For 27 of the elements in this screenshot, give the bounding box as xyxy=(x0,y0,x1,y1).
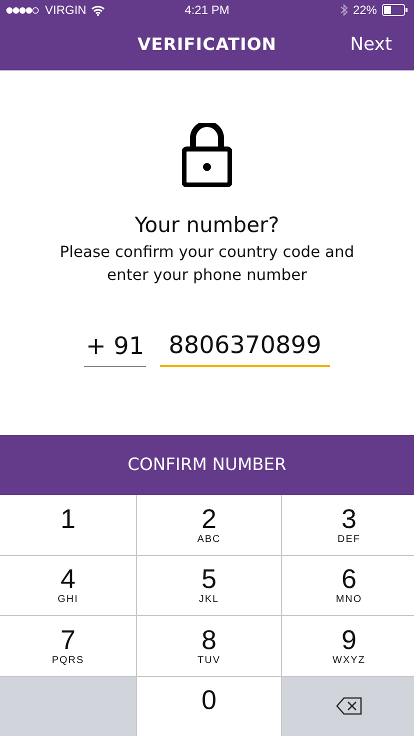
backspace-icon xyxy=(336,697,362,716)
bluetooth-icon xyxy=(340,4,348,16)
keypad-key[interactable]: 7 PQRS xyxy=(0,616,136,676)
delete-key[interactable] xyxy=(282,676,414,736)
signal-icon xyxy=(6,6,40,14)
instructions: Please confirm your country code and enter your phone number xyxy=(58,242,356,286)
phone-number-field[interactable]: 8806370899 xyxy=(160,327,330,367)
country-code-field[interactable]: + 91 xyxy=(84,327,146,367)
keypad-key[interactable]: 9 WXYZ xyxy=(282,616,414,676)
carrier-name: VIRGIN xyxy=(45,3,86,17)
keypad-key[interactable]: 2 ABC xyxy=(137,495,281,554)
confirm-number-button[interactable]: CONFIRM NUMBER xyxy=(0,435,414,495)
keypad-key[interactable]: 1 xyxy=(0,495,136,554)
lock-icon xyxy=(182,123,232,187)
keypad-key[interactable]: 4 GHI xyxy=(0,556,136,615)
keypad-key[interactable]: 3 DEF xyxy=(282,495,414,554)
keypad-key[interactable]: 0 xyxy=(137,676,281,736)
screen-title: VERIFICATION xyxy=(137,35,277,55)
next-button[interactable]: Next xyxy=(350,32,392,57)
battery-icon xyxy=(382,4,408,16)
wifi-icon xyxy=(91,4,106,16)
battery-percent: 22% xyxy=(352,3,377,17)
status-time: 4:21 PM xyxy=(184,3,230,17)
keypad-key[interactable]: 6 MNO xyxy=(282,556,414,615)
keypad-key[interactable]: 5 JKL xyxy=(137,556,281,615)
keypad-key[interactable]: 8 TUV xyxy=(137,616,281,676)
heading: Your number? xyxy=(134,213,280,237)
